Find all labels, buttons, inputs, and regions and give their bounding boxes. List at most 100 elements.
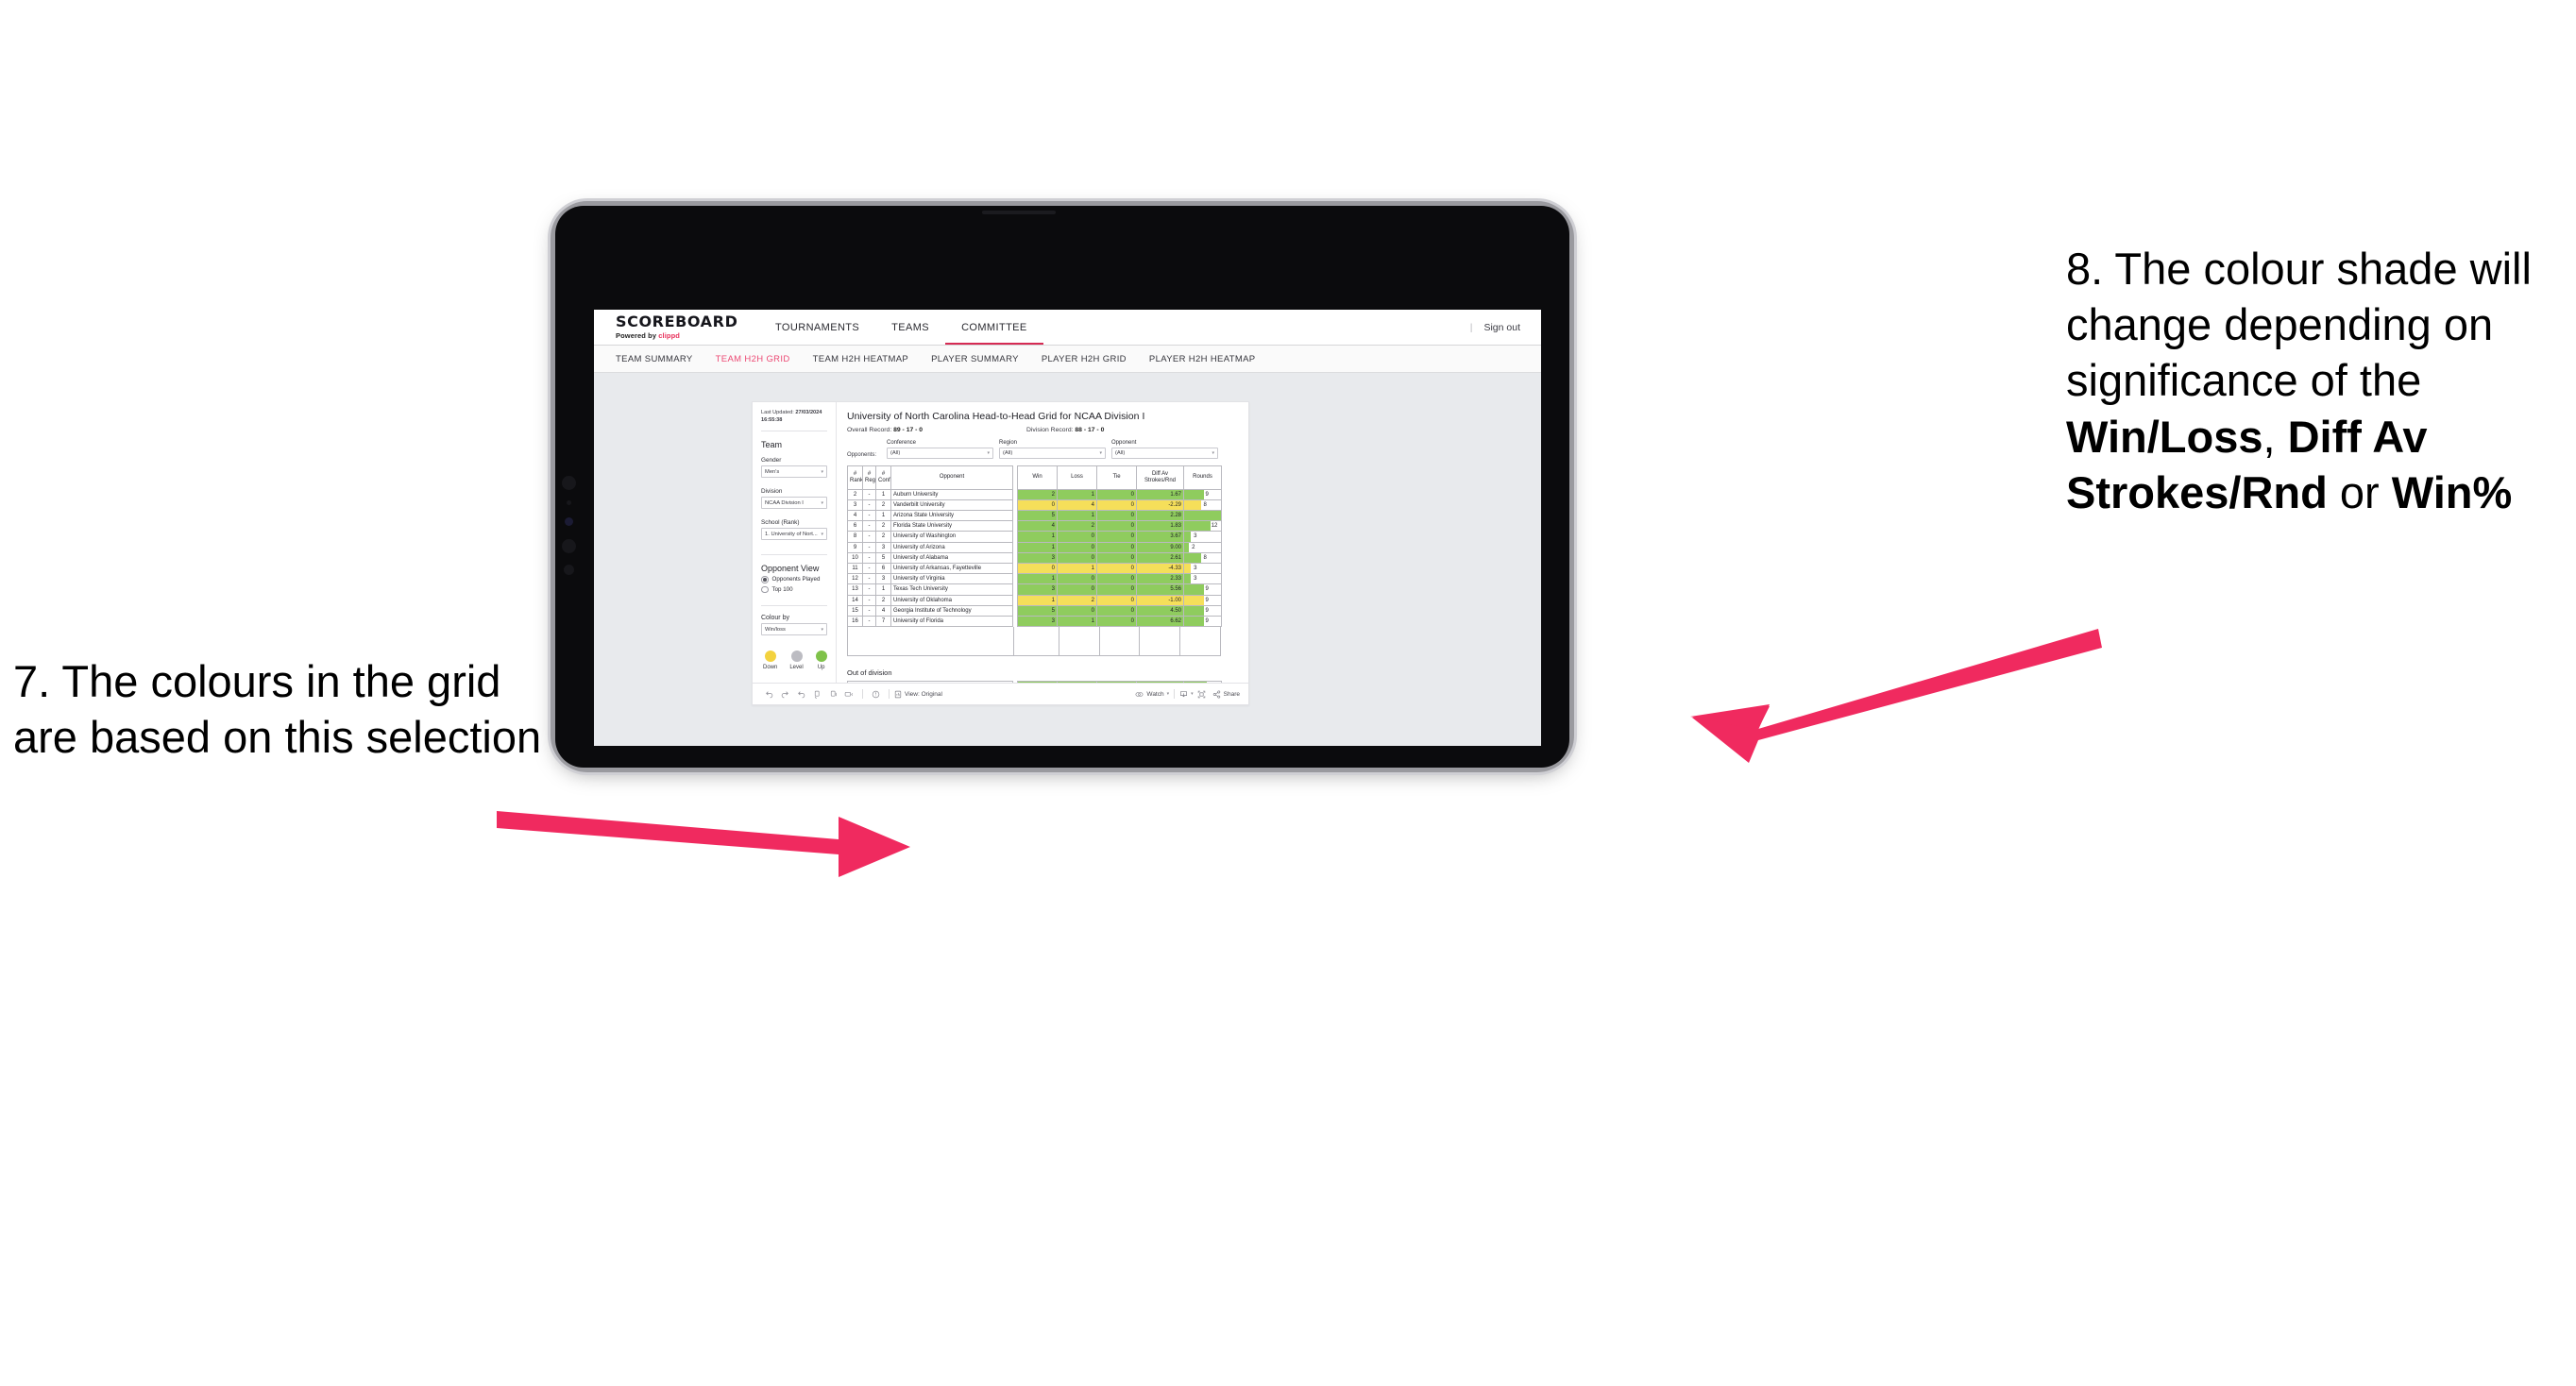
cell-tie: 0 (1096, 594, 1137, 606)
help-icon[interactable] (868, 684, 884, 704)
secondary-nav: TEAM SUMMARY TEAM H2H GRID TEAM H2H HEAT… (594, 346, 1541, 373)
col-diff-l2: Strokes/Rnd (1144, 477, 1176, 483)
region-label: Region (999, 440, 1018, 446)
team-heading: Team (761, 440, 783, 450)
view-original-button[interactable]: View: Original (894, 690, 942, 699)
cell-conf: 3 (875, 573, 891, 585)
col-diff-l1: Diff Av (1151, 470, 1169, 477)
tab-player-summary[interactable]: PLAYER SUMMARY (931, 354, 1019, 364)
cell-rounds: 3 (1183, 531, 1222, 543)
annotation-left-text: 7. The colours in the grid are based on … (13, 656, 542, 763)
cell-win: 1 (1017, 573, 1058, 585)
redo-icon[interactable] (777, 684, 793, 704)
school-select[interactable]: 1. University of Nort... ▾ (761, 528, 827, 541)
cell-rounds: 3 (1183, 562, 1222, 575)
table-row[interactable]: 6-2 Florida State University 4 2 0 1.83 12 (847, 520, 1222, 532)
table-row[interactable]: 9-3 University of Arizona 1 0 0 9.00 2 (847, 541, 1222, 553)
radio-icon (761, 585, 769, 594)
cell-loss: 1 (1057, 488, 1097, 500)
watch-label: Watch (1146, 690, 1164, 698)
fit-icon[interactable] (841, 684, 857, 704)
conference-select[interactable]: (All) ▾ (887, 447, 993, 459)
school-value: 1. University of Nort... (765, 531, 818, 537)
legend-dot-level (790, 651, 803, 663)
table-row[interactable]: 14-2 University of Oklahoma 1 2 0 -1.00 9 (847, 594, 1222, 606)
gender-select[interactable]: Men's ▾ (761, 465, 827, 479)
cell-diff: 1.83 (1136, 520, 1184, 532)
nav-committee[interactable]: COMMITTEE (945, 310, 1043, 345)
col-diff: Diff Av Strokes/Rnd (1136, 465, 1184, 490)
cell-reg: - (862, 509, 876, 522)
cell-diff: 9.00 (1136, 541, 1184, 553)
table-row[interactable]: 8-2 University of Washington 1 0 0 3.67 3 (847, 531, 1222, 543)
nav-tournaments[interactable]: TOURNAMENTS (759, 310, 875, 345)
opponent-select[interactable]: (All) ▾ (1111, 447, 1218, 459)
table-row[interactable]: 10-5 University of Alabama 3 0 0 2.61 8 (847, 551, 1222, 564)
pause-icon[interactable] (825, 684, 841, 704)
table-row[interactable]: 16-7 University of Florida 3 1 0 6.62 9 (847, 615, 1222, 628)
cell-tie: 0 (1096, 488, 1137, 500)
col-rank-l1: # (853, 470, 857, 477)
cell-diff: -2.29 (1136, 499, 1184, 511)
cell-conf: 2 (875, 499, 891, 511)
table-row[interactable]: 3-2 Vanderbilt University 0 4 0 -2.29 8 (847, 499, 1222, 511)
radio-opponents-played[interactable]: Opponents Played (761, 576, 827, 583)
legend-item-level: Level (789, 651, 804, 670)
overall-record-value: 89 - 17 - 0 (893, 427, 924, 433)
tab-player-h2h-heatmap[interactable]: PLAYER H2H HEATMAP (1149, 354, 1256, 364)
cell-tie: 0 (1096, 520, 1137, 532)
fullscreen-icon[interactable] (1194, 684, 1210, 704)
table-row[interactable]: 12-3 University of Virginia 1 0 0 2.33 3 (847, 573, 1222, 585)
table-row[interactable]: 11-6 University of Arkansas, Fayetteville… (847, 562, 1222, 575)
signout-separator: | (1469, 321, 1473, 333)
divider-2 (761, 554, 827, 556)
chevron-down-icon: ▾ (1212, 449, 1214, 456)
table-row[interactable]: 2-1 Auburn University 2 1 0 1.67 9 (847, 488, 1222, 500)
cell-reg: - (862, 520, 876, 532)
download-button[interactable]: ▾ (1179, 690, 1194, 699)
colour-by-select[interactable]: Win/loss ▾ (761, 623, 827, 636)
table-row[interactable]: 13-1 Texas Tech University 3 0 0 5.56 9 (847, 583, 1222, 596)
cell-conf: 7 (875, 615, 891, 628)
cell-reg: - (862, 573, 876, 585)
table-row[interactable]: 15-4 Georgia Institute of Technology 5 0 0 4.… (847, 604, 1222, 617)
radio-top-100[interactable]: Top 100 (761, 585, 827, 594)
cell-rank: 3 (847, 499, 863, 511)
cell-opponent: University of Virginia (890, 573, 1013, 585)
device-led (565, 517, 573, 526)
primary-nav: TOURNAMENTS TEAMS COMMITTEE (759, 310, 1043, 345)
refresh-icon[interactable] (809, 684, 825, 704)
cell-diff: 2.33 (1136, 573, 1184, 585)
device-mic (562, 539, 576, 553)
nav-teams[interactable]: TEAMS (875, 310, 945, 345)
chevron-down-icon: ▾ (1099, 449, 1102, 456)
table-row[interactable]: 4-1Arizona State University5102.2817 (847, 509, 1222, 522)
cell-conf: 6 (875, 562, 891, 575)
cell-loss: 1 (1057, 562, 1097, 575)
cell-reg: - (862, 488, 876, 500)
cell-tie: 0 (1096, 541, 1137, 553)
legend-dot-up (815, 651, 827, 663)
view-icon (894, 690, 902, 698)
tab-team-summary[interactable]: TEAM SUMMARY (616, 354, 693, 364)
revert-icon[interactable] (793, 684, 809, 704)
opponent-filter-bar: Opponents: Conference (All) ▾ Region (Al… (847, 440, 1239, 459)
tab-team-h2h-heatmap[interactable]: TEAM H2H HEATMAP (813, 354, 909, 364)
cell-loss: 2 (1057, 594, 1097, 606)
region-select[interactable]: (All) ▾ (999, 447, 1106, 459)
device-button (564, 565, 574, 575)
cell-rounds: 9 (1183, 615, 1222, 628)
cell-rounds: 17 (1183, 509, 1222, 522)
cell-diff: 2.28 (1136, 509, 1184, 522)
cell-conf: 2 (875, 594, 891, 606)
region-value: (All) (1003, 449, 1013, 456)
tab-team-h2h-grid[interactable]: TEAM H2H GRID (716, 354, 790, 364)
cell-conf: 1 (875, 583, 891, 596)
signout-link[interactable]: Sign out (1483, 322, 1520, 333)
share-button[interactable]: Share (1212, 690, 1240, 699)
tab-player-h2h-grid[interactable]: PLAYER H2H GRID (1042, 354, 1127, 364)
conference-label: Conference (887, 440, 917, 446)
undo-icon[interactable] (761, 684, 777, 704)
division-select[interactable]: NCAA Division I ▾ (761, 497, 827, 510)
watch-button[interactable]: Watch ▾ (1135, 690, 1169, 699)
